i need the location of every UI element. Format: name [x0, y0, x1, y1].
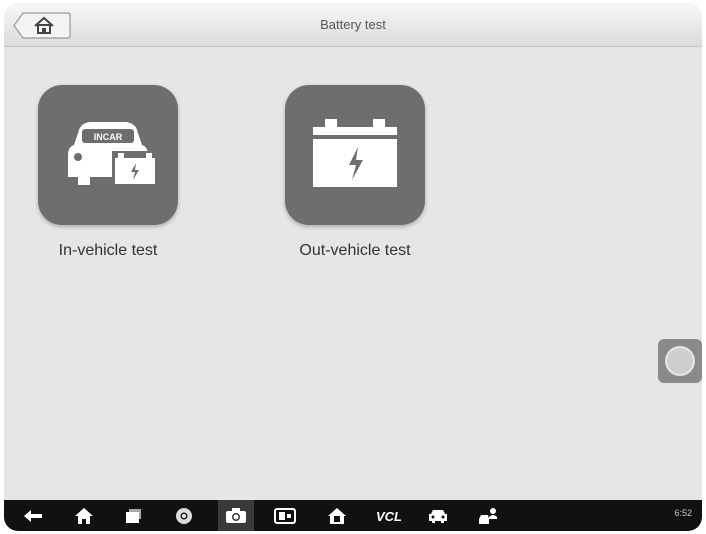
status-clock: 6:52	[674, 508, 692, 518]
page-title: Battery test	[320, 17, 386, 32]
app-screen: Battery test INCAR In-vehicle test Out-v…	[4, 3, 702, 531]
title-bar: Battery test	[4, 3, 702, 47]
battery-icon	[313, 119, 397, 187]
home-nav-icon[interactable]	[71, 505, 97, 527]
camera-icon[interactable]	[218, 500, 254, 531]
diagnostic-home-icon[interactable]	[324, 505, 350, 527]
assistive-touch-button[interactable]	[658, 339, 702, 383]
in-vehicle-test-tile[interactable]: INCAR	[38, 85, 178, 225]
user-car-icon[interactable]	[476, 505, 502, 527]
vcl-icon[interactable]: VCL	[372, 505, 406, 527]
vcl-label: VCL	[376, 508, 402, 524]
back-icon[interactable]	[20, 505, 46, 527]
recent-apps-icon[interactable]	[121, 505, 147, 527]
system-navbar: VCL 6:52	[4, 500, 702, 531]
assistive-touch-icon	[665, 346, 695, 376]
incar-badge: INCAR	[94, 132, 123, 142]
in-vehicle-test-label: In-vehicle test	[58, 242, 158, 259]
out-vehicle-test-tile[interactable]	[285, 85, 425, 225]
chrome-icon[interactable]	[171, 505, 197, 527]
incar-battery-icon: INCAR	[68, 122, 158, 187]
out-vehicle-test-label: Out-vehicle test	[299, 242, 411, 259]
car-icon[interactable]	[425, 505, 451, 527]
screen-capture-icon[interactable]	[272, 505, 298, 527]
